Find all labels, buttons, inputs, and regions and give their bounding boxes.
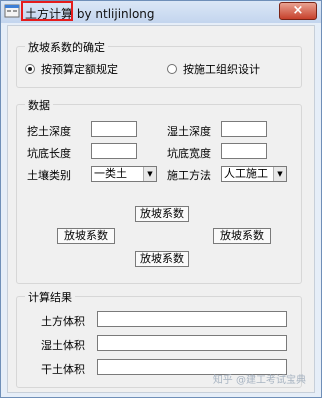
pit-length-input[interactable] — [91, 143, 137, 159]
chevron-down-icon[interactable]: ▼ — [273, 167, 286, 181]
title-highlight-box — [21, 1, 73, 21]
chevron-down-icon[interactable]: ▼ — [143, 167, 156, 181]
dry-soil-volume-label: 干土体积 — [41, 363, 85, 376]
earthwork-volume-label: 土方体积 — [41, 315, 85, 328]
slope-coefficient-button-left[interactable]: 放坡系数 — [57, 228, 115, 244]
title-bar[interactable]: 土方计算 by ntlijinlong × — [1, 1, 321, 23]
excavation-depth-label: 挖土深度 — [27, 125, 71, 138]
soil-type-select[interactable]: 一类土 ▼ — [91, 166, 157, 182]
app-icon — [4, 4, 20, 18]
data-group-title: 数据 — [25, 97, 53, 113]
wet-soil-volume-label: 湿土体积 — [41, 339, 85, 352]
form-area: 放坡系数的确定 按预算定额规定 按施工组织设计 数据 挖土深度 湿土深度 坑底长… — [7, 25, 315, 393]
pit-width-label: 坑底宽度 — [167, 147, 211, 160]
radio-budget-quota-dot[interactable] — [25, 64, 35, 74]
construction-method-value[interactable]: 人工施工 — [224, 167, 268, 180]
slope-coefficient-button-bottom[interactable]: 放坡系数 — [135, 251, 189, 267]
data-group: 数据 挖土深度 湿土深度 坑底长度 坑底宽度 土壤类别 一类土 ▼ 施工方法 人… — [16, 97, 302, 284]
slope-rule-group: 放坡系数的确定 按预算定额规定 按施工组织设计 — [16, 39, 302, 88]
soil-type-value[interactable]: 一类土 — [94, 167, 127, 180]
wet-soil-depth-label: 湿土深度 — [167, 125, 211, 138]
radio-budget-quota-label[interactable]: 按预算定额规定 — [41, 61, 118, 77]
excavation-depth-input[interactable] — [91, 121, 137, 137]
watermark: 知乎 @建工考试宝典 — [212, 375, 306, 386]
close-button[interactable]: × — [279, 2, 317, 20]
pit-length-label: 坑底长度 — [27, 147, 71, 160]
radio-construction-design-dot[interactable] — [167, 64, 177, 74]
wet-soil-volume-output[interactable] — [97, 335, 287, 351]
results-group-title: 计算结果 — [25, 289, 75, 305]
radio-construction-design[interactable]: 按施工组织设计 — [167, 61, 260, 77]
slope-rule-group-title: 放坡系数的确定 — [25, 39, 108, 55]
title-author: by ntlijinlong — [76, 7, 155, 21]
construction-method-label: 施工方法 — [167, 169, 211, 182]
construction-method-select[interactable]: 人工施工 ▼ — [221, 166, 287, 182]
earthwork-volume-output[interactable] — [97, 311, 287, 327]
soil-type-label: 土壤类别 — [27, 169, 71, 182]
pit-width-input[interactable] — [221, 143, 267, 159]
slope-coefficient-button-right[interactable]: 放坡系数 — [213, 228, 271, 244]
wet-soil-depth-input[interactable] — [221, 121, 267, 137]
radio-construction-design-label[interactable]: 按施工组织设计 — [183, 61, 260, 77]
app-window: 土方计算 by ntlijinlong × 放坡系数的确定 按预算定额规定 按施… — [0, 0, 322, 398]
radio-budget-quota[interactable]: 按预算定额规定 — [25, 61, 118, 77]
close-icon[interactable]: × — [293, 3, 304, 18]
slope-coefficient-button-top[interactable]: 放坡系数 — [135, 206, 189, 222]
